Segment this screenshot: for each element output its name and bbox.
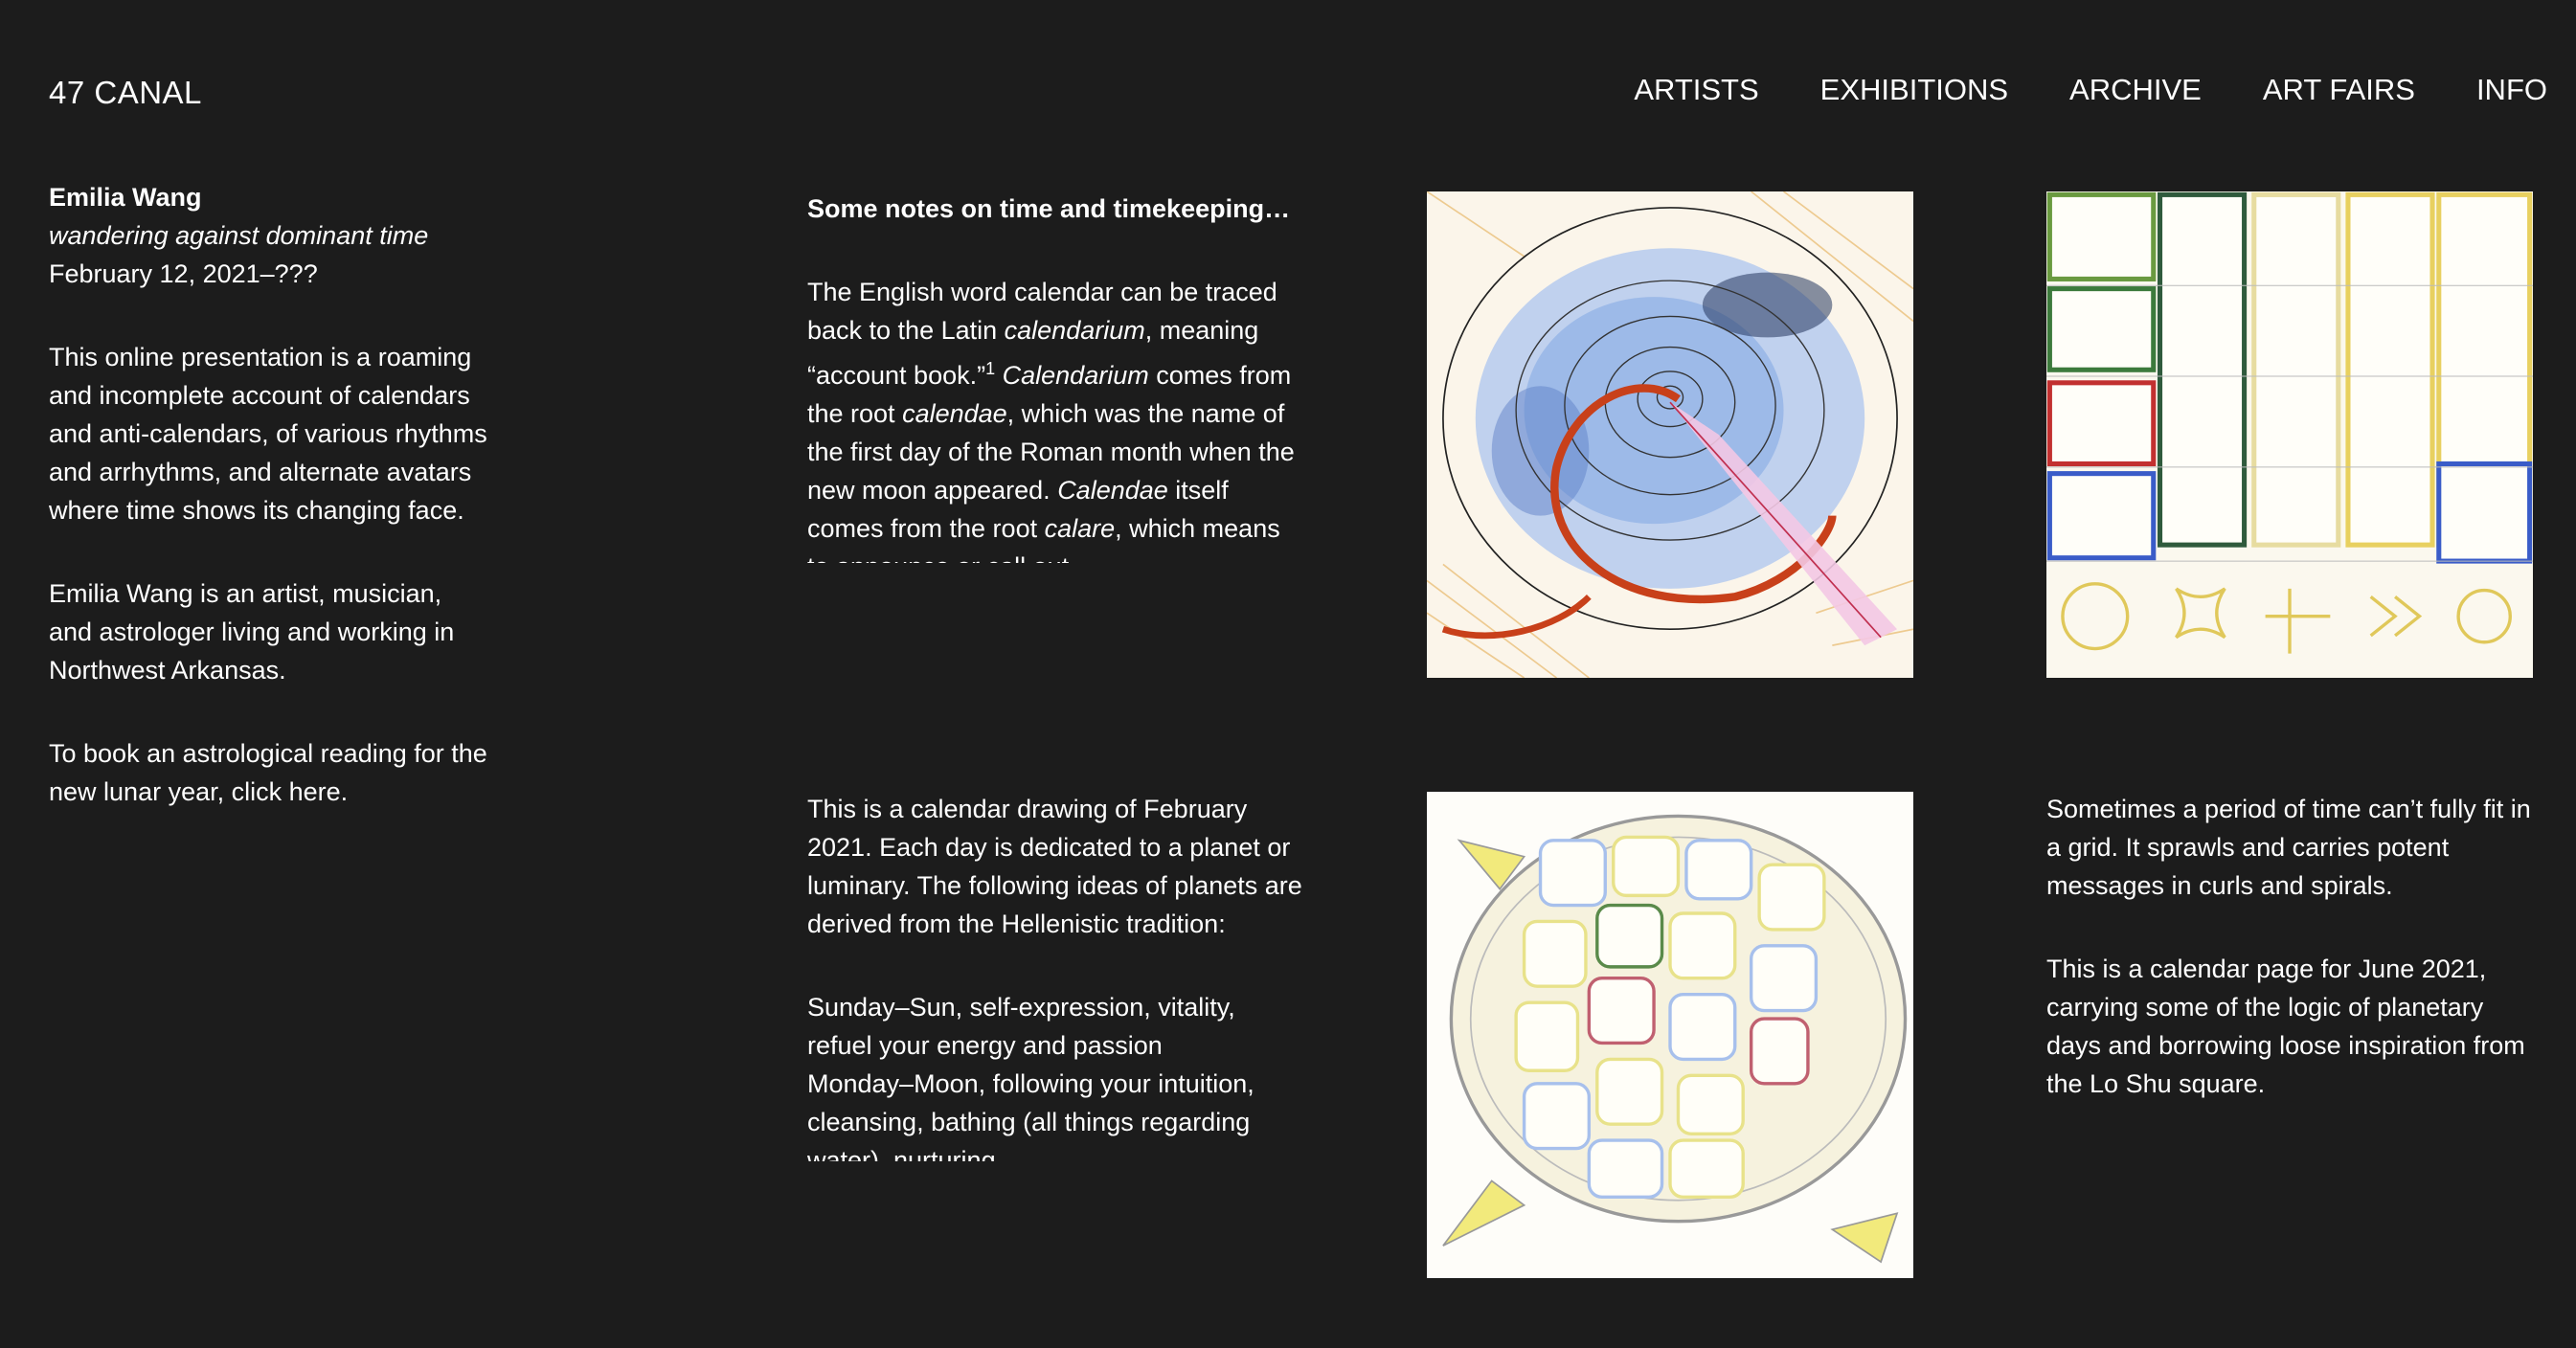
planet-day-monday: Monday–Moon, following your intuition, c… <box>807 1069 1254 1161</box>
artist-name: Emilia Wang <box>49 183 202 212</box>
site-logo[interactable]: 47 CANAL <box>49 75 202 111</box>
june-p2: This is a calendar page for June 2021, c… <box>2046 955 2525 1098</box>
footnote-ref[interactable]: 1 <box>985 359 995 378</box>
february-description: This is a calendar drawing of February 2… <box>807 795 1302 938</box>
nav-archive[interactable]: ARCHIVE <box>2069 73 2202 107</box>
intro-text: This online presentation is a roaming an… <box>49 343 487 525</box>
artist-bio: Emilia Wang is an artist, musician, and … <box>49 579 455 685</box>
notes-heading: Some notes on time and timekeeping… <box>807 194 1291 223</box>
booking-link[interactable]: To book an astrological reading for the … <box>49 734 489 811</box>
june-text: Sometimes a period of time can’t fully f… <box>2046 790 2544 1148</box>
grid-calendar-artwork[interactable] <box>2046 191 2533 678</box>
nav-info[interactable]: INFO <box>2476 73 2547 107</box>
exhibition-title: wandering against dominant time <box>49 221 429 250</box>
main-nav: ARTISTS EXHIBITIONS ARCHIVE ART FAIRS IN… <box>1634 73 2547 107</box>
planet-days-list: Sunday–Sun, self-expression, vitality, r… <box>807 988 1305 1161</box>
planet-day-sunday: Sunday–Sun, self-expression, vitality, r… <box>807 993 1235 1060</box>
notes-scroll-panel[interactable]: Some notes on time and timekeeping… The … <box>807 190 1305 563</box>
nav-artists[interactable]: ARTISTS <box>1634 73 1758 107</box>
nav-exhibitions[interactable]: EXHIBITIONS <box>1820 73 2008 107</box>
february-scroll-panel[interactable]: This is a calendar drawing of February 2… <box>807 790 1305 1161</box>
nav-art-fairs[interactable]: ART FAIRS <box>2263 73 2415 107</box>
notes-body: The English word calendar can be traced … <box>807 278 1295 563</box>
spiral-calendar-artwork[interactable] <box>1427 191 1913 678</box>
june-p1: Sometimes a period of time can’t fully f… <box>2046 795 2531 900</box>
exhibition-dates: February 12, 2021–??? <box>49 259 318 288</box>
exhibition-info: Emilia Wang wandering against dominant t… <box>49 178 489 856</box>
turtle-calendar-artwork[interactable] <box>1427 792 1913 1278</box>
